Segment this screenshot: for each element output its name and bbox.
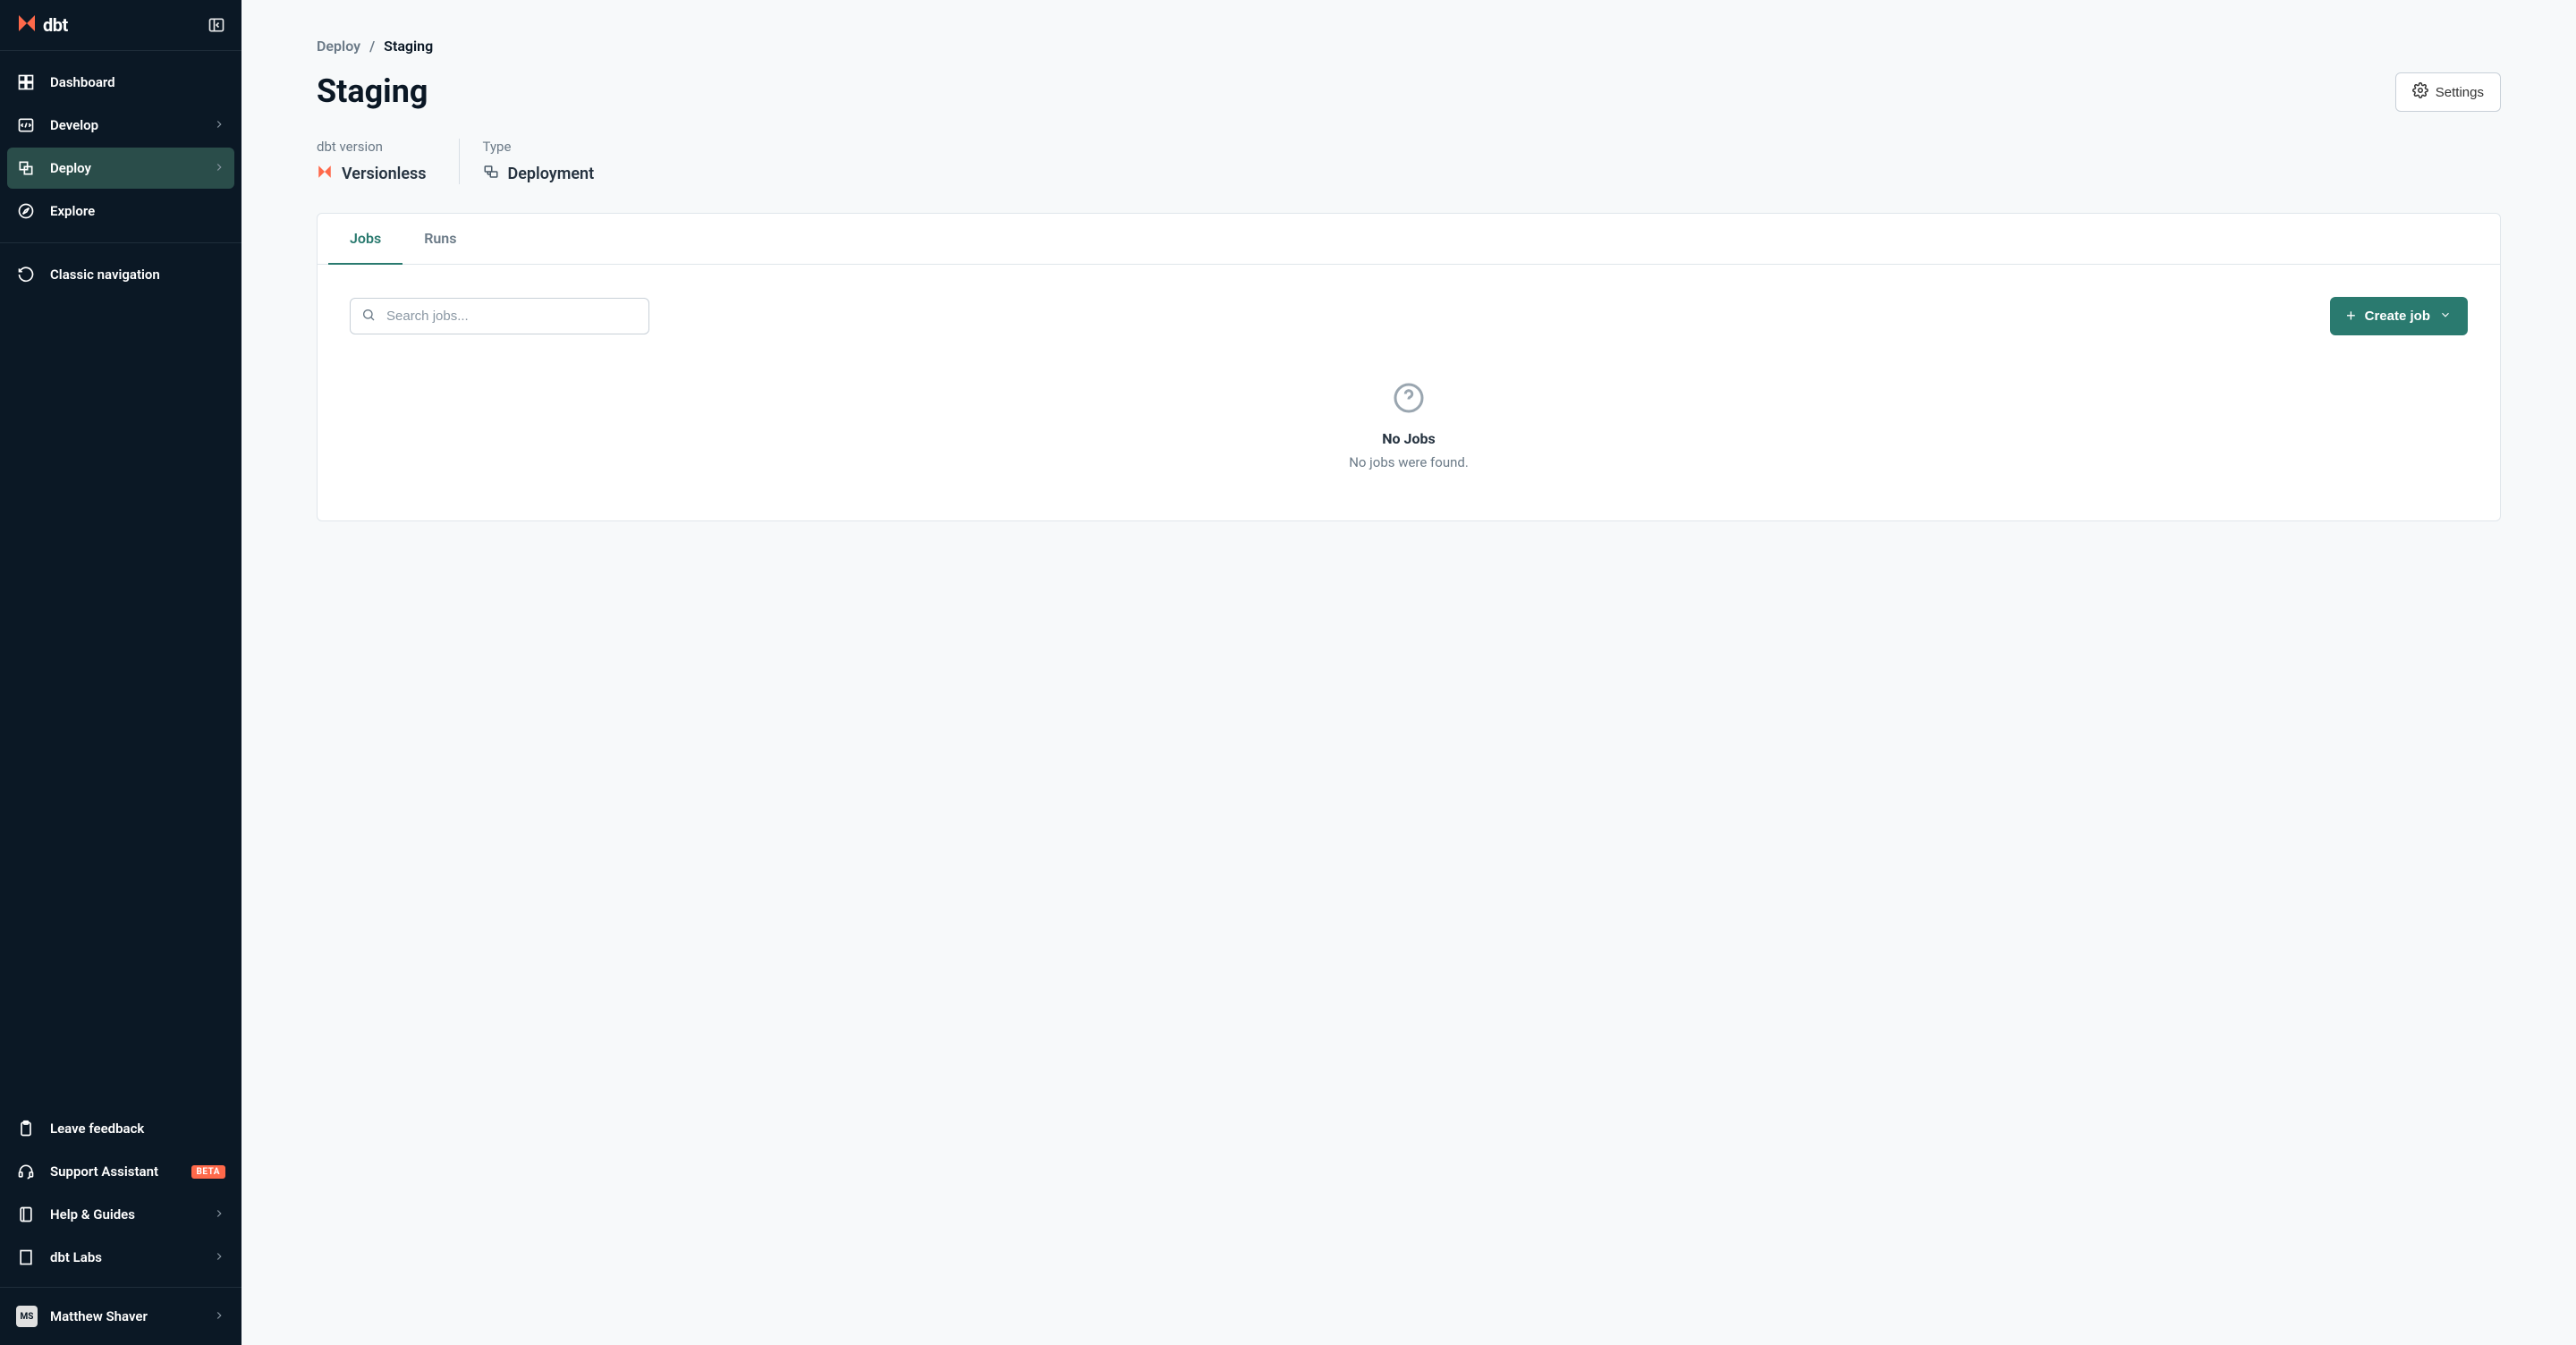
sidebar-item-help[interactable]: Help & Guides xyxy=(7,1194,234,1235)
tab-jobs[interactable]: Jobs xyxy=(328,214,402,265)
sidebar: dbt Dashboard Develop xyxy=(0,0,242,1345)
jobs-card: Jobs Runs + Create job xyxy=(317,213,2501,521)
collapse-sidebar-button[interactable] xyxy=(208,16,225,34)
meta-version: dbt version Versionless xyxy=(317,139,459,184)
explore-icon xyxy=(16,201,36,221)
meta-version-label: dbt version xyxy=(317,139,427,155)
tab-runs[interactable]: Runs xyxy=(402,214,478,265)
breadcrumb-separator: / xyxy=(369,38,375,55)
plus-icon: + xyxy=(2346,307,2356,326)
gear-icon xyxy=(2412,82,2428,102)
sidebar-item-dashboard[interactable]: Dashboard xyxy=(7,62,234,103)
meta-type: Type Deployment xyxy=(459,139,627,184)
settings-button-label: Settings xyxy=(2436,85,2484,100)
user-menu[interactable]: MS Matthew Shaver xyxy=(11,1298,231,1334)
sidebar-item-feedback[interactable]: Leave feedback xyxy=(7,1108,234,1149)
deployment-icon xyxy=(483,164,499,184)
sidebar-item-classic-navigation[interactable]: Classic navigation xyxy=(7,254,234,295)
sidebar-item-deploy[interactable]: Deploy xyxy=(7,148,234,189)
headset-icon xyxy=(16,1162,36,1181)
chevron-right-icon xyxy=(213,160,225,177)
avatar: MS xyxy=(16,1306,38,1327)
empty-state: No Jobs No jobs were found. xyxy=(350,373,2468,488)
sidebar-header: dbt xyxy=(0,0,242,51)
search-icon xyxy=(361,308,376,326)
page-title: Staging xyxy=(317,72,428,110)
building-icon xyxy=(16,1248,36,1267)
sidebar-nav: Dashboard Develop Deploy xyxy=(0,51,242,1287)
chevron-down-icon xyxy=(2439,309,2452,325)
sidebar-item-support[interactable]: Support Assistant BETA xyxy=(7,1151,234,1192)
question-circle-icon xyxy=(1393,382,1425,418)
develop-icon xyxy=(16,115,36,135)
environment-meta: dbt version Versionless Type Deployment xyxy=(317,139,2501,184)
logo-text: dbt xyxy=(43,14,68,36)
user-name: Matthew Shaver xyxy=(50,1308,200,1324)
breadcrumb: Deploy / Staging xyxy=(317,38,2501,55)
meta-version-value: Versionless xyxy=(317,164,427,184)
nav-divider xyxy=(0,242,242,243)
chevron-right-icon xyxy=(213,1206,225,1223)
main-content: Deploy / Staging Staging Settings dbt ve… xyxy=(242,0,2576,1345)
create-job-button[interactable]: + Create job xyxy=(2330,297,2468,335)
chevron-right-icon xyxy=(213,1308,225,1325)
chevron-right-icon xyxy=(213,1249,225,1266)
tabs: Jobs Runs xyxy=(318,214,2500,265)
settings-button[interactable]: Settings xyxy=(2395,72,2501,112)
create-job-label: Create job xyxy=(2365,309,2430,324)
beta-badge: BETA xyxy=(191,1165,226,1179)
logo[interactable]: dbt xyxy=(16,13,68,38)
search-input[interactable] xyxy=(350,298,649,334)
dashboard-icon xyxy=(16,72,36,92)
clipboard-icon xyxy=(16,1119,36,1138)
sidebar-user: MS Matthew Shaver xyxy=(0,1287,242,1345)
dbt-logo-icon xyxy=(16,13,38,38)
search-wrap xyxy=(350,298,649,334)
meta-type-value: Deployment xyxy=(483,164,595,184)
revert-icon xyxy=(16,265,36,284)
breadcrumb-parent[interactable]: Deploy xyxy=(317,38,360,55)
deploy-icon xyxy=(16,158,36,178)
empty-title: No Jobs xyxy=(1382,430,1435,447)
dbt-version-icon xyxy=(317,164,333,184)
book-icon xyxy=(16,1205,36,1224)
sidebar-item-develop[interactable]: Develop xyxy=(7,105,234,146)
toolbar: + Create job xyxy=(350,297,2468,335)
collapse-icon xyxy=(208,16,225,34)
chevron-right-icon xyxy=(213,117,225,134)
page-header: Staging Settings xyxy=(317,72,2501,112)
sidebar-item-explore[interactable]: Explore xyxy=(7,190,234,232)
empty-subtitle: No jobs were found. xyxy=(1349,454,1469,470)
sidebar-item-org[interactable]: dbt Labs xyxy=(7,1237,234,1278)
breadcrumb-current: Staging xyxy=(384,38,433,55)
meta-type-label: Type xyxy=(483,139,595,155)
